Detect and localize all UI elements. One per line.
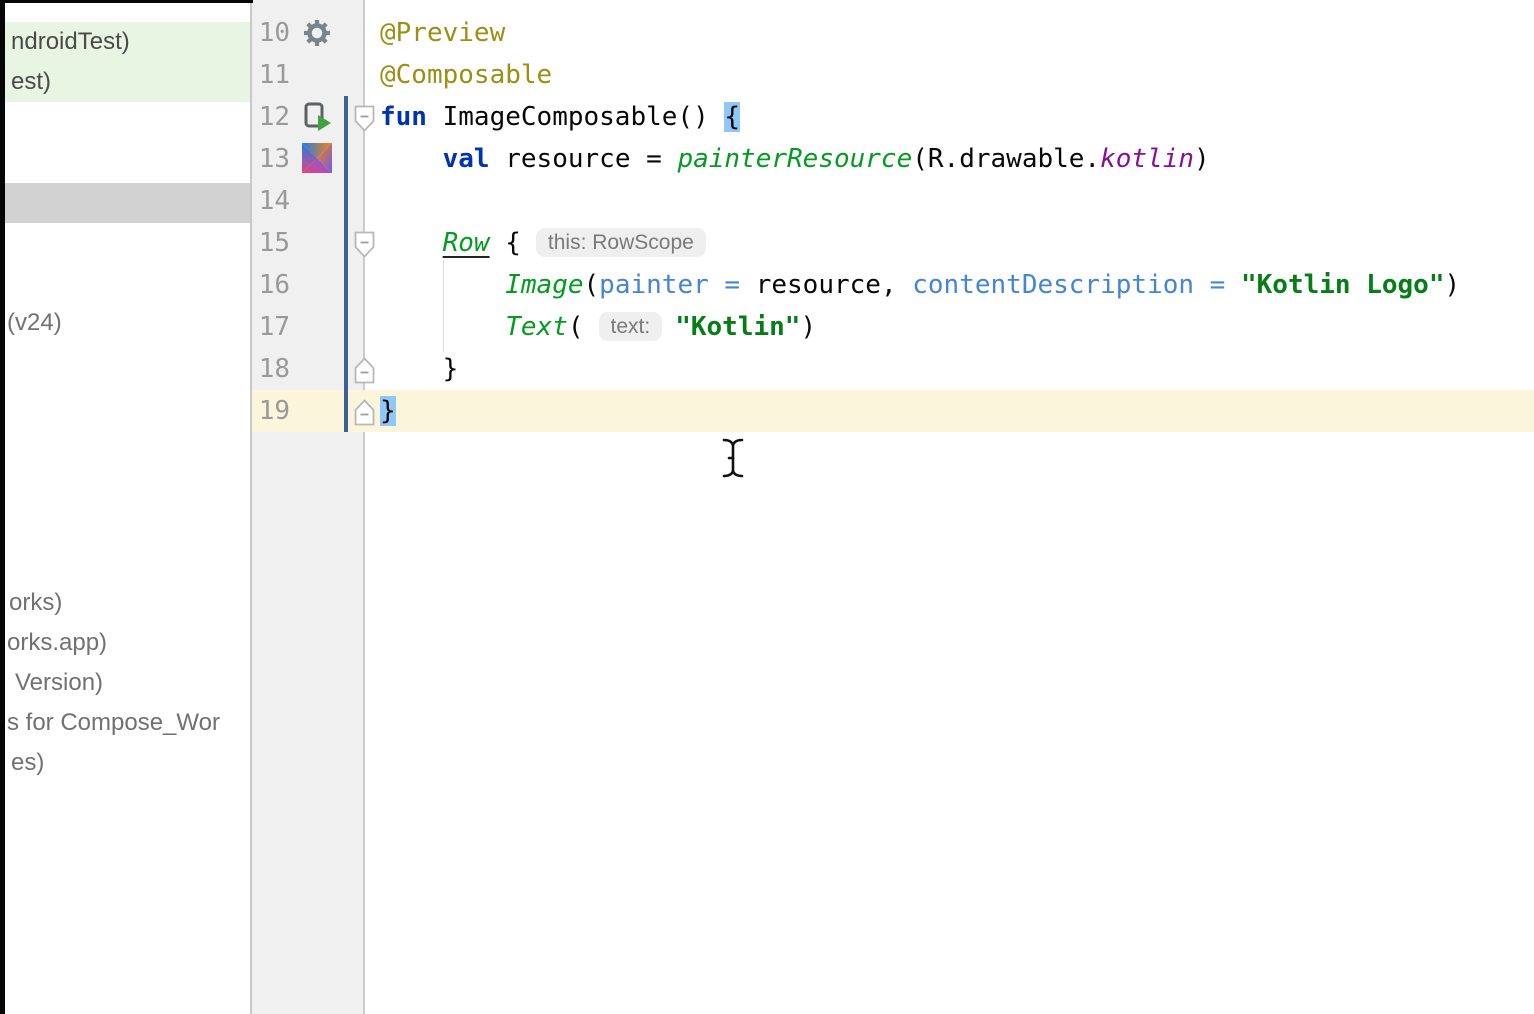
fold-marker-start[interactable] (354, 105, 375, 132)
code-token: val (443, 144, 490, 174)
code-line[interactable]: fun ImageComposable() { (380, 96, 740, 138)
code-token: ( (568, 312, 584, 342)
project-tree-item[interactable]: es) (5, 743, 250, 783)
code-token: ) (1444, 270, 1460, 300)
line-number[interactable]: 16 (252, 264, 290, 306)
code-token: ImageComposable() (427, 102, 724, 132)
code-token: resource = (490, 144, 678, 174)
code-token: "Kotlin Logo" (1241, 270, 1445, 300)
project-tree-item[interactable]: est) (5, 62, 250, 102)
preview-settings-gear-icon[interactable] (303, 19, 331, 52)
line-number[interactable]: 13 (252, 138, 290, 180)
code-token: = (724, 270, 740, 300)
code-token: @Preview (380, 18, 505, 48)
fold-marker-start[interactable] (354, 231, 375, 258)
panel-splitter[interactable] (250, 0, 252, 1014)
code-token: ) (1194, 144, 1210, 174)
text-cursor-pointer (720, 437, 746, 484)
vcs-change-stripe[interactable] (344, 96, 348, 432)
code-token (1225, 270, 1241, 300)
code-token: Row (443, 228, 490, 258)
project-tree-item[interactable]: s for Compose_Wor (5, 703, 250, 743)
project-tree-item[interactable]: (v24) (5, 303, 250, 343)
code-line[interactable]: Text( text: "Kotlin") (380, 306, 816, 348)
code-token: resource, (740, 270, 912, 300)
code-line[interactable]: @Composable (380, 54, 552, 96)
code-token: } (380, 396, 396, 426)
code-token: { (724, 102, 740, 132)
code-token (709, 270, 725, 300)
window-edge-top (0, 0, 253, 3)
project-tree-item[interactable]: orks) (5, 583, 250, 623)
fold-marker-end[interactable] (354, 399, 375, 426)
code-line[interactable]: } (380, 348, 458, 390)
line-number[interactable]: 12 (252, 96, 290, 138)
code-token: fun (380, 102, 427, 132)
code-token: Image (505, 270, 583, 300)
code-token (380, 228, 443, 258)
code-token: ) (800, 312, 816, 342)
caret-row-highlight (252, 390, 1534, 432)
code-token: } (380, 354, 458, 384)
code-token: Text (505, 312, 568, 342)
code-token (380, 312, 505, 342)
code-token: painter (599, 270, 709, 300)
code-token: painterResource (677, 144, 912, 174)
code-token: (R.drawable. (912, 144, 1100, 174)
code-line[interactable]: Image(painter = resource, contentDescrip… (380, 264, 1460, 306)
code-token (380, 144, 443, 174)
project-tree-item[interactable]: ndroidTest) (5, 22, 250, 62)
line-number[interactable]: 10 (252, 12, 290, 54)
line-number[interactable]: 18 (252, 348, 290, 390)
project-panel[interactable]: ndroidTest)est) (v24) orks)orks.app)Versio… (5, 3, 250, 1014)
line-number[interactable]: 14 (252, 180, 290, 222)
code-token: = (1210, 270, 1226, 300)
run-preview-icon[interactable] (304, 102, 332, 137)
line-number[interactable]: 19 (252, 390, 290, 432)
ide-window: ndroidTest)est) (v24) orks)orks.app)Versio… (0, 0, 1534, 1014)
code-token: { (490, 228, 521, 258)
code-token: ( (584, 270, 600, 300)
kotlin-file-icon (302, 143, 332, 178)
project-tree-item[interactable]: Version) (5, 663, 250, 703)
line-number[interactable]: 11 (252, 54, 290, 96)
code-line[interactable]: val resource = painterResource(R.drawabl… (380, 138, 1210, 180)
code-token: "Kotlin" (675, 312, 800, 342)
code-token: kotlin (1100, 144, 1194, 174)
code-token (1194, 270, 1210, 300)
project-tree-item[interactable]: orks.app) (5, 623, 250, 663)
inlay-hint[interactable]: text: (599, 312, 663, 341)
code-line[interactable]: } (380, 390, 396, 432)
line-number[interactable]: 17 (252, 306, 290, 348)
code-token (380, 270, 505, 300)
line-number[interactable]: 15 (252, 222, 290, 264)
project-tree-item-selected[interactable] (5, 183, 250, 223)
window-edge-left (0, 0, 5, 1014)
code-token: contentDescription (912, 270, 1194, 300)
code-line[interactable]: @Preview (380, 12, 505, 54)
code-line[interactable]: Row { this: RowScope (380, 222, 719, 264)
fold-marker-end[interactable] (354, 357, 375, 384)
inlay-hint[interactable]: this: RowScope (536, 228, 706, 257)
code-token: @Composable (380, 60, 552, 90)
